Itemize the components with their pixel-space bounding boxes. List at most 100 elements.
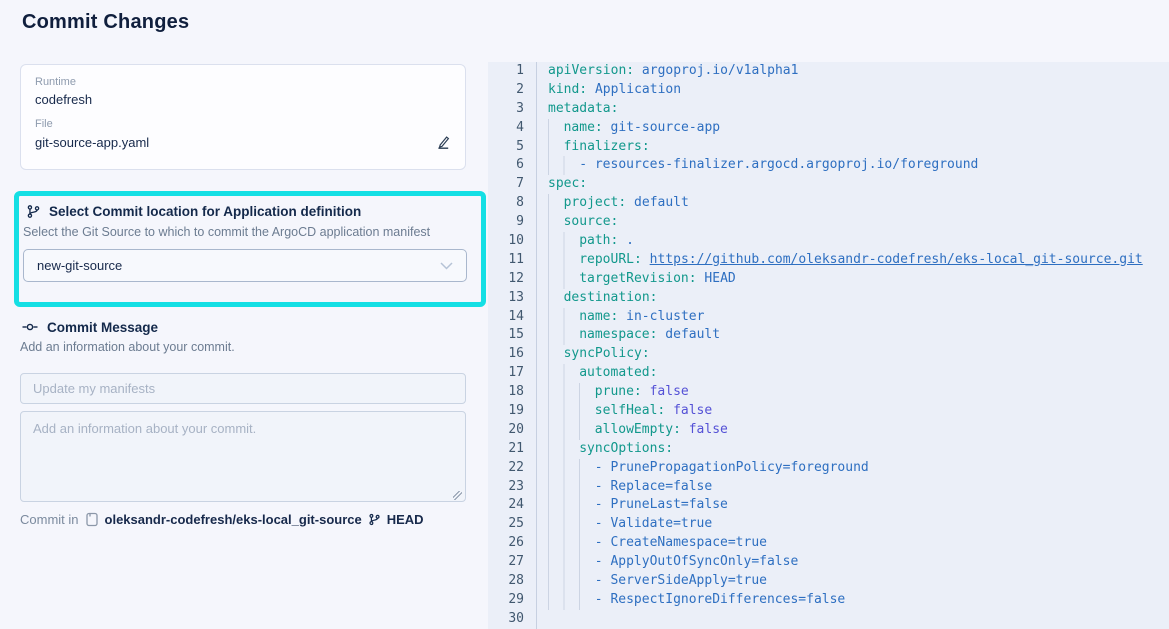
code-token-val: - resources-finalizer.argocd.argoproj.io… xyxy=(579,157,978,172)
runtime-label: Runtime xyxy=(35,76,451,88)
git-source-select[interactable]: new-git-source xyxy=(23,249,467,282)
edit-file-pencil-icon[interactable] xyxy=(435,134,451,150)
code-line[interactable]: 18 prune: false xyxy=(488,383,1169,402)
line-number: 26 xyxy=(488,534,537,553)
code-line[interactable]: 24- PruneLast=false xyxy=(488,496,1169,515)
page-title: Commit Changes xyxy=(22,11,189,34)
line-number: 1 xyxy=(488,62,537,81)
file-value: git-source-app.yaml xyxy=(35,135,149,150)
code-token-link: https://github.com/oleksandr-codefresh/e… xyxy=(650,252,1143,267)
code-line[interactable]: 22 - PrunePropagationPolicy=foreground xyxy=(488,459,1169,478)
code-token-key: syncOptions: xyxy=(579,441,673,456)
line-number: 14 xyxy=(488,308,537,327)
line-number: 9 xyxy=(488,213,537,232)
code-line[interactable]: 11repoURL: https://github.com/oleksandr-… xyxy=(488,251,1169,270)
code-line[interactable]: 6 - resources-finalizer.argocd.argoproj.i… xyxy=(488,156,1169,175)
line-number: 24 xyxy=(488,496,537,515)
code-token-key: name: xyxy=(564,120,603,135)
code-token-key: destination: xyxy=(564,290,658,305)
git-commit-icon xyxy=(22,319,38,335)
commit-message-title: Commit Message xyxy=(47,320,158,335)
code-token-plain xyxy=(642,252,650,267)
line-number: 6 xyxy=(488,156,537,175)
code-token-val: - Validate=true xyxy=(595,516,712,531)
code-line[interactable]: 15 namespace: default xyxy=(488,326,1169,345)
yaml-editor[interactable]: 1apiVersion: argoproj.io/v1alpha12kind: … xyxy=(488,62,1169,629)
code-token-key: name: xyxy=(579,309,618,324)
chevron-down-icon xyxy=(440,262,453,270)
line-number: 25 xyxy=(488,515,537,534)
line-number: 7 xyxy=(488,175,537,194)
line-number: 16 xyxy=(488,345,537,364)
line-number: 18 xyxy=(488,383,537,402)
line-number: 23 xyxy=(488,478,537,497)
code-token-key: repoURL: xyxy=(579,252,642,267)
code-line[interactable]: 3metadata: xyxy=(488,100,1169,119)
line-number: 10 xyxy=(488,232,537,251)
commit-location-subtitle: Select the Git Source to which to commit… xyxy=(22,225,467,239)
line-number: 19 xyxy=(488,402,537,421)
repo-icon xyxy=(85,512,99,527)
code-token-key: path: xyxy=(579,233,618,248)
code-token-key: syncPolicy: xyxy=(564,346,650,361)
line-number: 30 xyxy=(488,610,537,629)
code-line[interactable]: 14name: in-cluster xyxy=(488,308,1169,327)
code-line[interactable]: 21syncOptions: xyxy=(488,440,1169,459)
code-line[interactable]: 19selfHeal: false xyxy=(488,402,1169,421)
code-line[interactable]: 20allowEmpty: false xyxy=(488,421,1169,440)
code-token-key: automated: xyxy=(579,365,657,380)
code-line[interactable]: 16 syncPolicy: xyxy=(488,345,1169,364)
file-label: File xyxy=(35,118,451,130)
code-line[interactable]: 1apiVersion: argoproj.io/v1alpha1 xyxy=(488,62,1169,81)
commit-location-title: Select Commit location for Application d… xyxy=(49,204,361,219)
line-number: 27 xyxy=(488,553,537,572)
code-token-val: default xyxy=(657,327,720,342)
code-token-val: - RespectIgnoreDifferences=false xyxy=(595,592,845,607)
code-line[interactable]: 12targetRevision: HEAD xyxy=(488,270,1169,289)
commit-summary-input[interactable] xyxy=(20,373,466,404)
code-token-key: project: xyxy=(564,195,627,210)
commit-message-subtitle: Add an information about your commit. xyxy=(20,340,235,354)
code-line[interactable]: 13destination: xyxy=(488,289,1169,308)
code-line[interactable]: 5finalizers: xyxy=(488,138,1169,157)
code-token-val: - ApplyOutOfSyncOnly=false xyxy=(595,554,799,569)
code-token-key: prune: xyxy=(595,384,642,399)
code-line[interactable]: 2kind: Application xyxy=(488,81,1169,100)
code-line[interactable]: 23 - Replace=false xyxy=(488,478,1169,497)
line-number: 29 xyxy=(488,591,537,610)
code-line[interactable]: 7 spec: xyxy=(488,175,1169,194)
line-number: 28 xyxy=(488,572,537,591)
code-token-key: finalizers: xyxy=(564,139,650,154)
code-token-key: allowEmpty: xyxy=(595,422,681,437)
commit-description-textarea[interactable] xyxy=(20,411,466,502)
code-line[interactable]: 8project: default xyxy=(488,194,1169,213)
code-line[interactable]: 9source: xyxy=(488,213,1169,232)
line-number: 17 xyxy=(488,364,537,383)
line-number: 3 xyxy=(488,100,537,119)
code-lines: 1apiVersion: argoproj.io/v1alpha12kind: … xyxy=(488,62,1169,629)
runtime-value: codefresh xyxy=(35,92,451,107)
code-line[interactable]: 27 - ApplyOutOfSyncOnly=false xyxy=(488,553,1169,572)
code-line[interactable]: 30 xyxy=(488,610,1169,629)
code-line[interactable]: 29 - RespectIgnoreDifferences=false xyxy=(488,591,1169,610)
code-token-key: namespace: xyxy=(579,327,657,342)
commit-target-info: Commit in oleksandr-codefresh/eks-local_… xyxy=(20,512,424,527)
code-token-bool: false xyxy=(642,384,689,399)
code-token-val: Application xyxy=(587,82,681,97)
code-token-key: selfHeal: xyxy=(595,403,665,418)
runtime-file-card: Runtime codefresh File git-source-app.ya… xyxy=(20,64,466,170)
code-line[interactable]: 25 - Validate=true xyxy=(488,515,1169,534)
code-token-key: spec: xyxy=(548,176,587,191)
line-number: 22 xyxy=(488,459,537,478)
code-token-val: - ServerSideApply=true xyxy=(595,573,767,588)
code-line[interactable]: 10path: . xyxy=(488,232,1169,251)
code-line[interactable]: 26- CreateNamespace=true xyxy=(488,534,1169,553)
line-number: 15 xyxy=(488,326,537,345)
git-source-selected-value: new-git-source xyxy=(37,258,122,273)
code-line[interactable]: 4name: git-source-app xyxy=(488,119,1169,138)
code-token-val: - Replace=false xyxy=(595,479,712,494)
code-token-bool: false xyxy=(681,422,728,437)
code-line[interactable]: 28 - ServerSideApply=true xyxy=(488,572,1169,591)
code-line[interactable]: 17 automated: xyxy=(488,364,1169,383)
code-token-val: - PrunePropagationPolicy=foreground xyxy=(595,460,869,475)
